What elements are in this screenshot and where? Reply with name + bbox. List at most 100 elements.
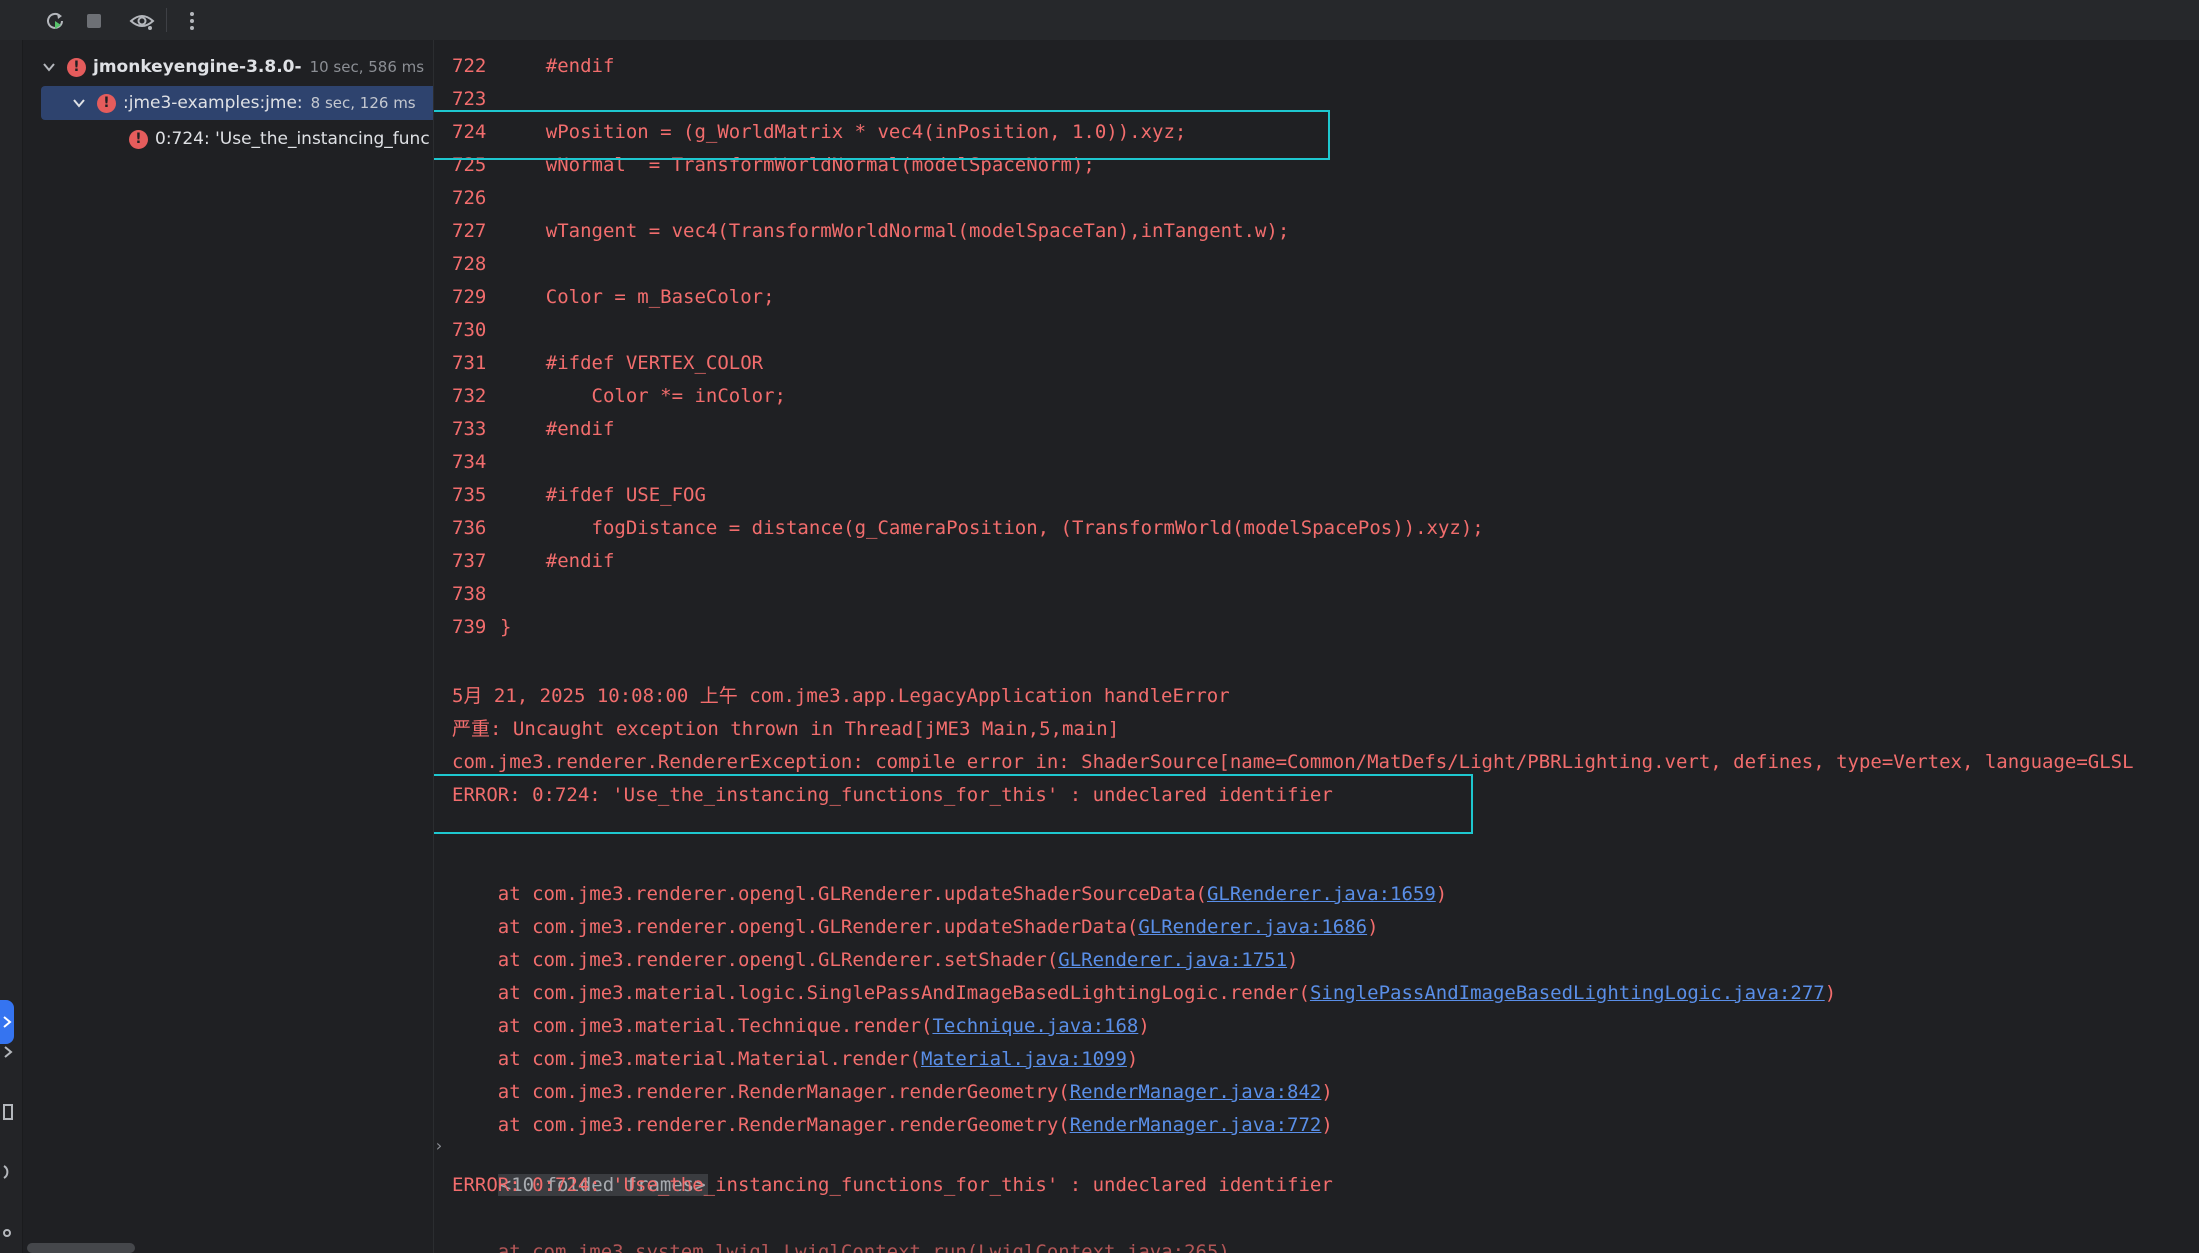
more-vertical-icon[interactable] xyxy=(177,6,207,36)
log-timestamp-line: 5月 21, 2025 10:08:00 上午 com.jme3.app.Leg… xyxy=(452,685,1230,707)
cutoff-stack-line: at com.jme3.system.lwjgl.LwjglContext.ru… xyxy=(452,1241,1230,1253)
line-number: 739 xyxy=(452,616,487,638)
line-number: 728 xyxy=(452,253,487,275)
stack-frame-suffix: ) xyxy=(1321,1114,1333,1136)
error-line-repeat: ERROR: 0:724: 'Use_the_instancing_functi… xyxy=(452,1174,1333,1196)
console-output: 722 #endif 723 724 wPosition = (g_WorldMat… xyxy=(434,40,2199,1253)
stack-frame: at com.jme3.renderer.opengl.GLRenderer.u… xyxy=(452,878,1447,911)
stack-frame-method: at com.jme3.material.logic.SinglePassAnd… xyxy=(452,982,1310,1004)
stack-frame-method: at com.jme3.material.Material.render( xyxy=(452,1048,921,1070)
stack-frame-suffix: ) xyxy=(1435,883,1448,905)
stack-frame-method: at com.jme3.renderer.RenderManager.rende… xyxy=(452,1081,1070,1103)
code-line: 733 #endif xyxy=(452,413,614,446)
tree-item-label: jmonkeyengine-3.8.0- xyxy=(93,57,302,77)
stack-frame-method: at com.jme3.renderer.opengl.GLRenderer.s… xyxy=(452,949,1059,971)
chevron-right-icon[interactable]: › xyxy=(434,1136,444,1155)
tree-item-module[interactable]: ! :jme3-examples:jme: 8 sec, 126 ms xyxy=(41,86,433,120)
stack-frame-method: at com.jme3.renderer.opengl.GLRenderer.u… xyxy=(452,883,1207,905)
code-text: #ifdef VERTEX_COLOR xyxy=(500,352,764,374)
stack-frame: at com.jme3.material.Technique.render(Te… xyxy=(452,1010,1150,1043)
line-number: 735 xyxy=(452,484,487,506)
stack-frame: at com.jme3.renderer.opengl.GLRenderer.u… xyxy=(452,911,1379,944)
tree-item-error[interactable]: ! 0:724: 'Use_the_instancing_func xyxy=(41,122,433,156)
terminal-icon[interactable] xyxy=(0,1043,18,1061)
line-number: 729 xyxy=(452,286,487,308)
stack-frame-suffix: ) xyxy=(1126,1048,1139,1070)
stack-frame-suffix: ) xyxy=(1367,916,1379,938)
code-line: 729 Color = m_BaseColor; xyxy=(452,281,775,314)
tree-item-root[interactable]: ! jmonkeyengine-3.8.0- 10 sec, 586 ms xyxy=(41,50,433,84)
error-icon: ! xyxy=(129,129,148,149)
stack-frame-suffix: ) xyxy=(1287,949,1299,971)
code-text: } xyxy=(500,616,512,638)
error-icon: ! xyxy=(67,57,86,77)
stop-icon[interactable] xyxy=(79,6,109,36)
git-icon[interactable] xyxy=(0,1220,18,1238)
code-text: wTangent = vec4(TransformWorldNormal(mod… xyxy=(500,220,1290,242)
code-line: 732 Color *= inColor; xyxy=(452,380,786,413)
code-line: 722 #endif xyxy=(452,50,614,83)
code-line: 726 xyxy=(452,182,500,215)
code-line: 738 xyxy=(452,578,500,611)
tree-item-duration: 8 sec, 126 ms xyxy=(310,94,416,112)
stack-frame-method: at com.jme3.renderer.opengl.GLRenderer.u… xyxy=(452,916,1139,938)
eye-icon[interactable] xyxy=(127,6,157,36)
stack-frame-suffix: ) xyxy=(1824,982,1837,1004)
folded-frames-line[interactable]: <10 folded frames> xyxy=(452,1136,708,1196)
code-text: fogDistance = distance(g_CameraPosition,… xyxy=(500,517,1484,539)
stack-frame-suffix: ) xyxy=(1138,1015,1150,1037)
run-toolbar xyxy=(0,0,2199,41)
tree-item-label: :jme3-examples:jme: xyxy=(123,93,303,113)
tree-item-duration: 10 sec, 586 ms xyxy=(309,58,425,76)
source-link[interactable]: GLRenderer.java:1659 xyxy=(1207,883,1436,905)
code-line: 739} xyxy=(452,611,511,644)
line-number: 736 xyxy=(452,517,487,539)
code-text: #endif xyxy=(500,550,615,572)
source-link[interactable]: SinglePassAndImageBasedLightingLogic.jav… xyxy=(1310,982,1825,1004)
run-tool-icon[interactable] xyxy=(0,1000,14,1044)
source-link[interactable]: Technique.java:168 xyxy=(932,1015,1138,1037)
source-link[interactable]: GLRenderer.java:1686 xyxy=(1138,916,1367,938)
stack-frame-method: at com.jme3.renderer.RenderManager.rende… xyxy=(452,1114,1070,1136)
line-number: 726 xyxy=(452,187,487,209)
code-line: 734 xyxy=(452,446,500,479)
stack-frame: at com.jme3.renderer.RenderManager.rende… xyxy=(452,1076,1333,1109)
source-link[interactable]: RenderManager.java:842 xyxy=(1070,1081,1322,1103)
toolbar-divider xyxy=(166,8,167,32)
line-number: 732 xyxy=(452,385,487,407)
code-text: #endif xyxy=(500,55,615,77)
code-line: 736 fogDistance = distance(g_CameraPosit… xyxy=(452,512,1484,545)
stack-frame: at com.jme3.material.logic.SinglePassAnd… xyxy=(452,977,1836,1010)
code-line: 735 #ifdef USE_FOG xyxy=(452,479,706,512)
stack-frame-method: at com.jme3.material.Technique.render( xyxy=(452,1015,933,1037)
log-severe-line: 严重: Uncaught exception thrown in Thread[… xyxy=(452,718,1120,740)
line-number: 722 xyxy=(452,55,487,77)
code-line: 728 xyxy=(452,248,500,281)
tree-horizontal-scrollbar[interactable] xyxy=(27,1243,135,1253)
code-line: 730 xyxy=(452,314,500,347)
services-icon[interactable] xyxy=(0,1163,18,1181)
source-link[interactable]: Material.java:1099 xyxy=(921,1048,1127,1070)
code-text: Color = m_BaseColor; xyxy=(500,286,775,308)
problems-icon[interactable] xyxy=(0,1103,18,1121)
chevron-down-icon[interactable] xyxy=(71,95,87,111)
error-icon: ! xyxy=(97,93,116,113)
stack-frame-suffix: ) xyxy=(1321,1081,1333,1103)
highlight-box-line-724 xyxy=(434,110,1330,160)
code-line: 737 #endif xyxy=(452,545,614,578)
line-number: 737 xyxy=(452,550,487,572)
source-link[interactable]: RenderManager.java:772 xyxy=(1070,1114,1322,1136)
stack-frame: at com.jme3.renderer.opengl.GLRenderer.s… xyxy=(452,944,1299,977)
code-text: #ifdef USE_FOG xyxy=(500,484,706,506)
code-line: 727 wTangent = vec4(TransformWorldNormal… xyxy=(452,215,1289,248)
code-line: 731 #ifdef VERTEX_COLOR xyxy=(452,347,763,380)
chevron-down-icon[interactable] xyxy=(41,59,57,75)
line-number: 738 xyxy=(452,583,487,605)
line-number: 733 xyxy=(452,418,487,440)
rerun-icon[interactable] xyxy=(40,6,70,36)
source-link[interactable]: GLRenderer.java:1751 xyxy=(1058,949,1287,971)
stack-frame: at com.jme3.material.Material.render(Mat… xyxy=(452,1043,1139,1076)
tree-item-label: 0:724: 'Use_the_instancing_func xyxy=(155,129,430,149)
line-number: 734 xyxy=(452,451,487,473)
code-text: #endif xyxy=(500,418,615,440)
